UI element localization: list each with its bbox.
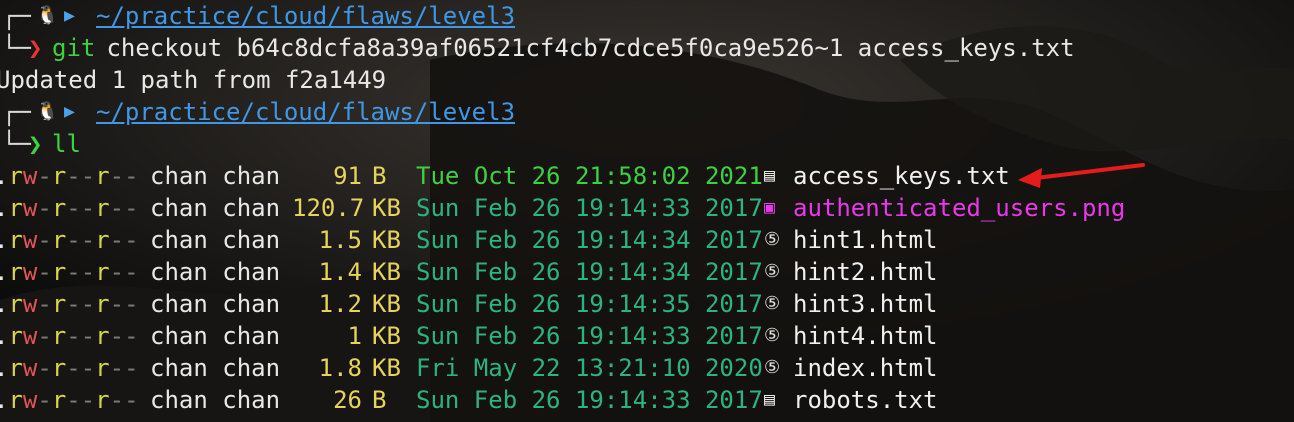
file-name[interactable]: robots.txt bbox=[793, 384, 938, 416]
permissions: .rw-r--r-- bbox=[0, 322, 139, 350]
file-size: 1.4 bbox=[318, 258, 362, 286]
prompt-corner-top: ┌─ bbox=[2, 98, 31, 126]
linux-tux-icon: 🐧 bbox=[36, 101, 59, 122]
command-verb: ll bbox=[52, 130, 81, 158]
file-size: 1.5 bbox=[318, 226, 362, 254]
file-name[interactable]: hint3.html bbox=[793, 288, 938, 320]
size-unit: B bbox=[372, 386, 387, 414]
file-size: 120.7 bbox=[292, 194, 365, 222]
modified-date: Sun Feb 26 19:14:33 2017 bbox=[416, 194, 763, 222]
modified-date: Tue Oct 26 21:58:02 2021 bbox=[416, 162, 763, 190]
command-line: └─ ❯ ll bbox=[0, 128, 81, 160]
prompt-header: ┌─ 🐧 ▶ ~/practice/cloud/flaws/level3 bbox=[0, 0, 515, 32]
file-size: 1.2 bbox=[318, 290, 362, 318]
html5-icon: ⑤ bbox=[764, 325, 781, 346]
success-chevron-icon: ❯ bbox=[28, 130, 43, 158]
size-unit: KB bbox=[372, 258, 401, 286]
html5-icon: ⑤ bbox=[764, 229, 781, 250]
command-args: checkout b64c8dcfa8a39af06521cf4cb7cdce5… bbox=[92, 34, 1075, 62]
output-text: Updated 1 path from f2a1449 bbox=[0, 66, 387, 94]
modified-date: Sun Feb 26 19:14:35 2017 bbox=[416, 290, 763, 318]
prompt-corner-top: ┌─ bbox=[2, 2, 31, 30]
prompt-corner-bottom: └─ bbox=[2, 130, 31, 158]
file-text-icon: ▤ bbox=[764, 389, 775, 410]
prompt-path: ~/practice/cloud/flaws/level3 bbox=[96, 2, 516, 30]
owner-group: chan chan bbox=[150, 194, 281, 222]
modified-date: Sun Feb 26 19:14:33 2017 bbox=[416, 322, 763, 350]
file-size: 1.8 bbox=[318, 354, 362, 382]
html5-icon: ⑤ bbox=[764, 261, 781, 282]
owner-group: chan chan bbox=[150, 290, 281, 318]
owner-group: chan chan bbox=[150, 322, 281, 350]
owner-group: chan chan bbox=[150, 354, 281, 382]
command-output: Updated 1 path from f2a1449 bbox=[0, 64, 386, 96]
file-name[interactable]: hint2.html bbox=[793, 256, 938, 288]
modified-date: Sun Feb 26 19:14:33 2017 bbox=[416, 386, 763, 414]
file-text-icon: ▤ bbox=[764, 165, 775, 186]
owner-group: chan chan bbox=[150, 226, 281, 254]
prompt-header: ┌─ 🐧 ▶ ~/practice/cloud/flaws/level3 bbox=[0, 96, 515, 128]
html5-icon: ⑤ bbox=[764, 293, 781, 314]
owner-group: chan chan bbox=[150, 258, 281, 286]
modified-date: Fri May 22 13:21:10 2020 bbox=[416, 354, 763, 382]
file-name[interactable]: hint1.html bbox=[793, 224, 938, 256]
command-verb: git bbox=[52, 34, 96, 62]
permissions: .rw-r--r-- bbox=[0, 354, 139, 382]
file-name[interactable]: hint4.html bbox=[793, 320, 938, 352]
command-line: └─ ❯ git checkout b64c8dcfa8a39af06521cf… bbox=[0, 32, 1075, 64]
prompt-corner-bottom: └─ bbox=[2, 34, 31, 62]
size-unit: KB bbox=[372, 226, 401, 254]
html5-icon: ⑤ bbox=[764, 357, 781, 378]
folder-icon: ▶ bbox=[64, 5, 75, 26]
file-size: 91 bbox=[333, 162, 362, 190]
file-name[interactable]: index.html bbox=[793, 352, 938, 384]
permissions: .rw-r--r-- bbox=[0, 194, 139, 222]
error-chevron-icon: ❯ bbox=[28, 34, 43, 62]
prompt-path: ~/practice/cloud/flaws/level3 bbox=[96, 98, 516, 126]
modified-date: Sun Feb 26 19:14:34 2017 bbox=[416, 258, 763, 286]
folder-icon: ▶ bbox=[64, 101, 75, 122]
image-file-icon: ▣ bbox=[764, 197, 775, 218]
owner-group: chan chan bbox=[150, 162, 281, 190]
size-unit: B bbox=[372, 162, 387, 190]
size-unit: KB bbox=[372, 194, 401, 222]
owner-group: chan chan bbox=[150, 386, 281, 414]
permissions: .rw-r--r-- bbox=[0, 226, 139, 254]
file-size: 1 bbox=[347, 322, 362, 350]
linux-tux-icon: 🐧 bbox=[36, 5, 59, 26]
permissions: .rw-r--r-- bbox=[0, 162, 139, 190]
size-unit: KB bbox=[372, 322, 401, 350]
file-name[interactable]: access_keys.txt bbox=[793, 160, 1010, 192]
file-size: 26 bbox=[333, 386, 362, 414]
permissions: .rw-r--r-- bbox=[0, 290, 139, 318]
size-unit: KB bbox=[372, 290, 401, 318]
annotation-arrow-icon bbox=[1018, 163, 1145, 188]
permissions: .rw-r--r-- bbox=[0, 386, 139, 414]
size-unit: KB bbox=[372, 354, 401, 382]
modified-date: Sun Feb 26 19:14:34 2017 bbox=[416, 226, 763, 254]
file-name[interactable]: authenticated_users.png bbox=[793, 192, 1125, 224]
permissions: .rw-r--r-- bbox=[0, 258, 139, 286]
